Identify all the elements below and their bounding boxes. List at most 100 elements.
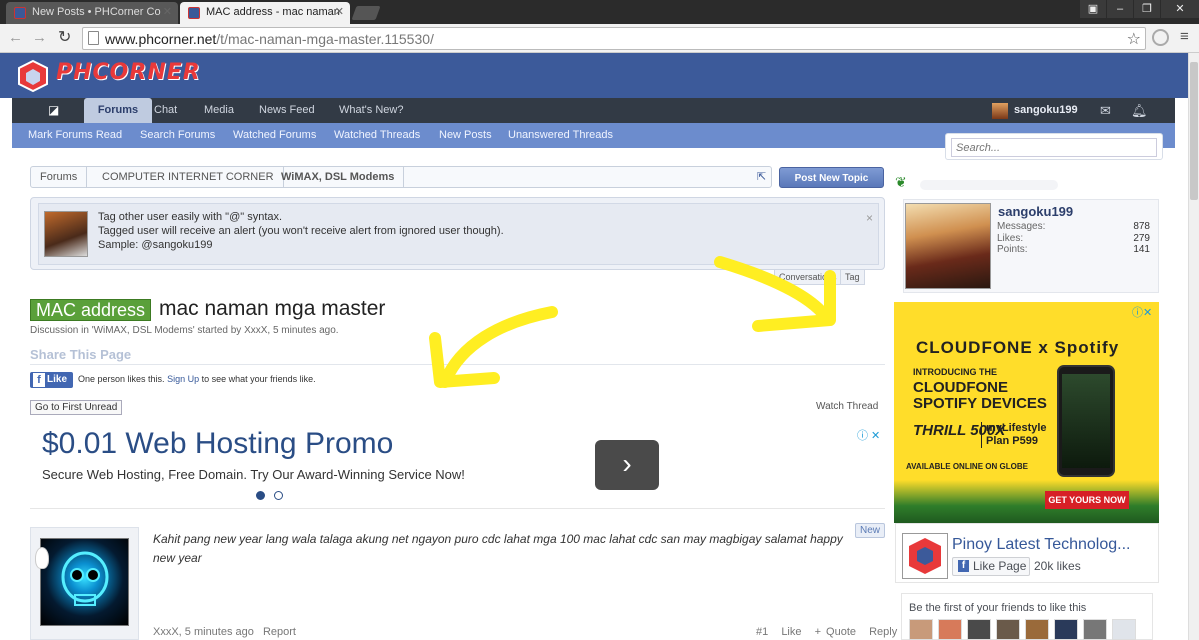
- fb-text-pre: One person likes this.: [78, 374, 165, 384]
- ad-choices-icon[interactable]: ⓘ✕: [1132, 304, 1152, 320]
- phone-screen: [1062, 374, 1110, 468]
- thread-prefix-badge[interactable]: MAC address: [30, 299, 152, 321]
- divider: [30, 508, 885, 509]
- ad-headline-line: CLOUDFONE: [913, 379, 1008, 396]
- address-bar[interactable]: www.phcorner.net/t/mac-naman-mga-master.…: [82, 27, 1146, 50]
- notice-avatar: [44, 211, 88, 257]
- post-meta: XxxX, 5 minutes ago Report: [153, 626, 296, 638]
- alerts-bell-icon[interactable]: 🔔︎: [1131, 98, 1148, 123]
- facebook-like-text: One person likes this. Sign Up to see wh…: [78, 374, 316, 384]
- tab-tag[interactable]: Tag: [840, 270, 865, 285]
- fb-text-post: to see what your friends like.: [201, 374, 316, 384]
- visitor-username[interactable]: sangoku199: [998, 204, 1073, 219]
- quote-link[interactable]: + Quote: [815, 626, 856, 638]
- subnav-search-forums[interactable]: Search Forums: [140, 123, 215, 148]
- friend-avatar[interactable]: [1083, 619, 1107, 640]
- ad-choices-icon[interactable]: ⓘ ✕: [857, 427, 880, 443]
- nav-username[interactable]: sangoku199: [1014, 98, 1078, 123]
- post-author-avatar[interactable]: [40, 538, 129, 626]
- inbox-icon[interactable]: ✉: [1100, 98, 1111, 123]
- minimize-icon[interactable]: –: [1107, 0, 1133, 18]
- post-new-topic-button[interactable]: Post New Topic: [779, 167, 884, 188]
- thread-title: mac naman mga master: [159, 297, 386, 320]
- notice-line: Sample: @sangoku199: [98, 239, 213, 251]
- watch-thread-link[interactable]: Watch Thread: [816, 401, 878, 412]
- bookmark-star-icon[interactable]: ☆: [1127, 29, 1141, 49]
- ad-title[interactable]: $0.01 Web Hosting Promo: [42, 427, 393, 461]
- back-arrow-icon[interactable]: ←: [8, 29, 23, 46]
- page-logo[interactable]: [902, 533, 948, 579]
- facebook-page-name[interactable]: Pinoy Latest Technolog...: [952, 536, 1131, 554]
- friend-avatar[interactable]: [1054, 619, 1078, 640]
- ad-plan-line: Plan P599: [986, 435, 1038, 447]
- go-to-first-unread-button[interactable]: Go to First Unread: [30, 400, 123, 415]
- ad-plan: myLifestyle Plan P599: [981, 422, 1047, 448]
- logo-cube-icon[interactable]: [16, 59, 50, 93]
- ad-carousel-dot-active[interactable]: [256, 491, 265, 500]
- browser-tab-new-posts[interactable]: New Posts • PHCorner Co ✕: [6, 2, 178, 24]
- menu-icon[interactable]: ≡: [1180, 28, 1189, 45]
- stat-label: Points:: [997, 244, 1028, 255]
- notice-close-icon[interactable]: ×: [866, 211, 873, 225]
- search-input[interactable]: [951, 138, 1157, 157]
- stat-points: Points: 141: [997, 244, 1150, 255]
- stat-value: 878: [1133, 221, 1150, 232]
- subnav-watched-forums[interactable]: Watched Forums: [233, 123, 316, 148]
- subnav-watched-threads[interactable]: Watched Threads: [334, 123, 420, 148]
- nav-news-feed[interactable]: News Feed: [259, 98, 315, 123]
- snow-decoration: [920, 180, 1058, 190]
- subnav-mark-forums-read[interactable]: Mark Forums Read: [28, 123, 122, 148]
- close-tab-icon[interactable]: ✕: [163, 5, 172, 18]
- post-number[interactable]: #1: [756, 626, 768, 638]
- forward-arrow-icon[interactable]: →: [32, 29, 47, 46]
- holly-icon: ❦: [895, 174, 907, 190]
- ad-availability: AVAILABLE ONLINE ON GLOBE: [906, 462, 1028, 471]
- reply-link[interactable]: Reply: [869, 626, 897, 638]
- ad-next-button[interactable]: ›: [595, 440, 659, 490]
- post-author-date[interactable]: XxxX, 5 minutes ago: [153, 626, 254, 638]
- window-close-icon[interactable]: ✕: [1161, 0, 1199, 18]
- cloudfone-logo: CLOUDFONE x Spotify: [916, 338, 1120, 357]
- post-actions: #1 Like + Quote Reply: [756, 626, 897, 638]
- maximize-icon[interactable]: ❐: [1134, 0, 1160, 18]
- report-link[interactable]: Report: [263, 626, 296, 638]
- breadcrumb-computer-internet-corner[interactable]: COMPUTER INTERNET CORNER: [93, 167, 284, 187]
- subnav-unanswered-threads[interactable]: Unanswered Threads: [508, 123, 613, 148]
- friend-avatar[interactable]: [1112, 619, 1136, 640]
- site-logo[interactable]: PHCORNER: [56, 60, 201, 85]
- like-link[interactable]: Like: [781, 626, 801, 638]
- nav-chat[interactable]: Chat: [154, 98, 177, 123]
- user-avatar[interactable]: [992, 103, 1008, 119]
- friend-avatar[interactable]: [1025, 619, 1049, 640]
- stat-label: Messages:: [997, 221, 1046, 232]
- tab-conversations[interactable]: Conversations: [774, 270, 842, 285]
- friend-avatar[interactable]: [996, 619, 1020, 640]
- ad-subtitle[interactable]: Secure Web Hosting, Free Domain. Try Our…: [42, 467, 465, 482]
- browser-tab-mac-address[interactable]: MAC address - mac naman ✕: [180, 2, 350, 24]
- get-yours-now-button[interactable]: GET YOURS NOW: [1045, 491, 1129, 509]
- extension-icon[interactable]: [1152, 29, 1169, 46]
- new-tab-button[interactable]: [351, 6, 381, 20]
- fb-signup-link[interactable]: Sign Up: [167, 374, 199, 384]
- nav-forums[interactable]: Forums: [84, 98, 152, 123]
- visitor-avatar[interactable]: [905, 203, 991, 289]
- reload-icon[interactable]: ↻: [58, 27, 71, 47]
- friend-avatar[interactable]: [909, 619, 933, 640]
- stat-messages: Messages: 878: [997, 221, 1150, 232]
- subnav-new-posts[interactable]: New Posts: [439, 123, 492, 148]
- breadcrumb-wimax-dsl-modems[interactable]: WiMAX, DSL Modems: [272, 167, 405, 187]
- home-icon[interactable]: ◪: [48, 98, 59, 123]
- breadcrumb-forums[interactable]: Forums: [31, 167, 88, 187]
- nav-media[interactable]: Media: [204, 98, 234, 123]
- friends-like-text: Be the first of your friends to like thi…: [909, 602, 1087, 614]
- friend-avatar[interactable]: [938, 619, 962, 640]
- nav-whats-new[interactable]: What's New?: [339, 98, 403, 123]
- jump-icon[interactable]: ⇱: [757, 170, 766, 183]
- user-profile-icon[interactable]: ▣: [1080, 0, 1106, 18]
- ad-carousel-dot[interactable]: [274, 491, 283, 500]
- friend-avatar[interactable]: [967, 619, 991, 640]
- post-message: Kahit pang new year lang wala talaga aku…: [153, 532, 843, 565]
- scrollbar-thumb[interactable]: [1190, 62, 1198, 200]
- close-tab-icon[interactable]: ✕: [335, 5, 344, 18]
- breadcrumb: Forums COMPUTER INTERNET CORNER WiMAX, D…: [30, 166, 772, 188]
